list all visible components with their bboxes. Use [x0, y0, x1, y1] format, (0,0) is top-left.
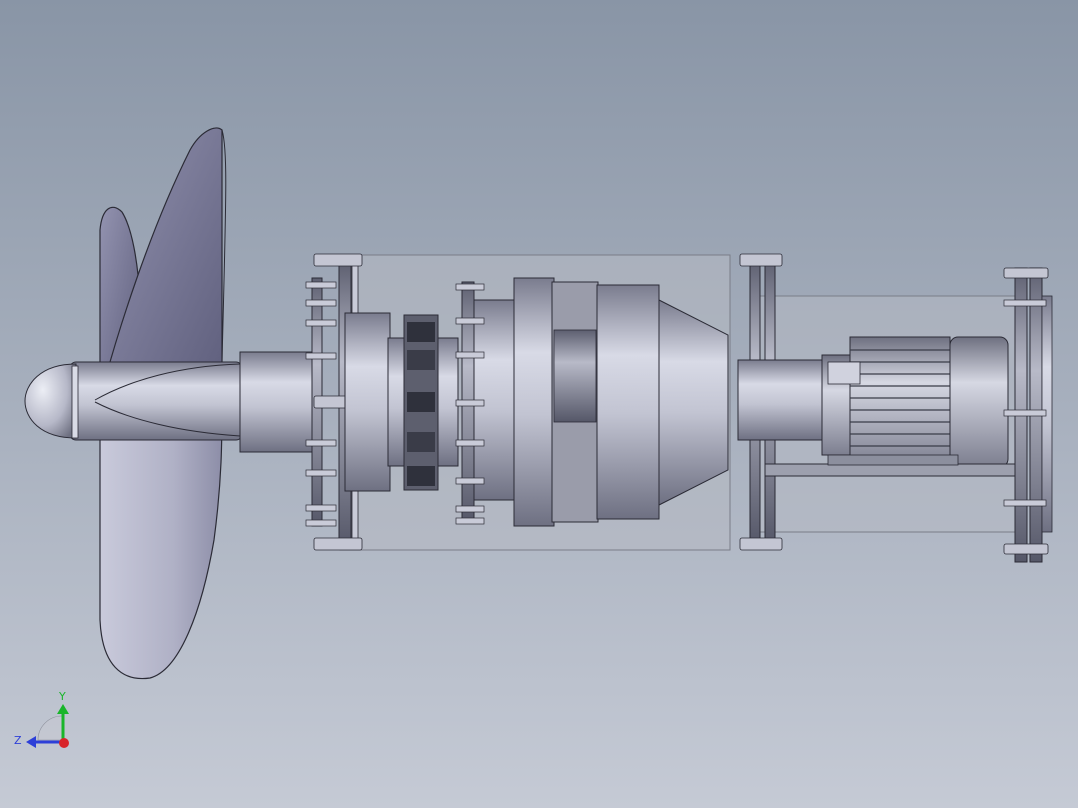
gearbox-main-ring: [513, 277, 555, 527]
triad-z-label: Z: [14, 734, 22, 747]
bearing-block: [344, 312, 391, 492]
hub-ring: [71, 365, 79, 439]
motor-coupling: [737, 359, 823, 441]
disc-pack: [403, 314, 439, 491]
propeller-hub: [69, 361, 243, 441]
electric-motor: [821, 336, 1009, 468]
graphics-viewport[interactable]: Y Z: [0, 0, 1078, 808]
cad-scene[interactable]: Y Z: [0, 0, 1078, 808]
motor-base: [764, 463, 1028, 477]
triad-y-label: Y: [58, 690, 66, 703]
shaft-front: [239, 351, 316, 453]
gearbox-cone: [658, 299, 729, 506]
